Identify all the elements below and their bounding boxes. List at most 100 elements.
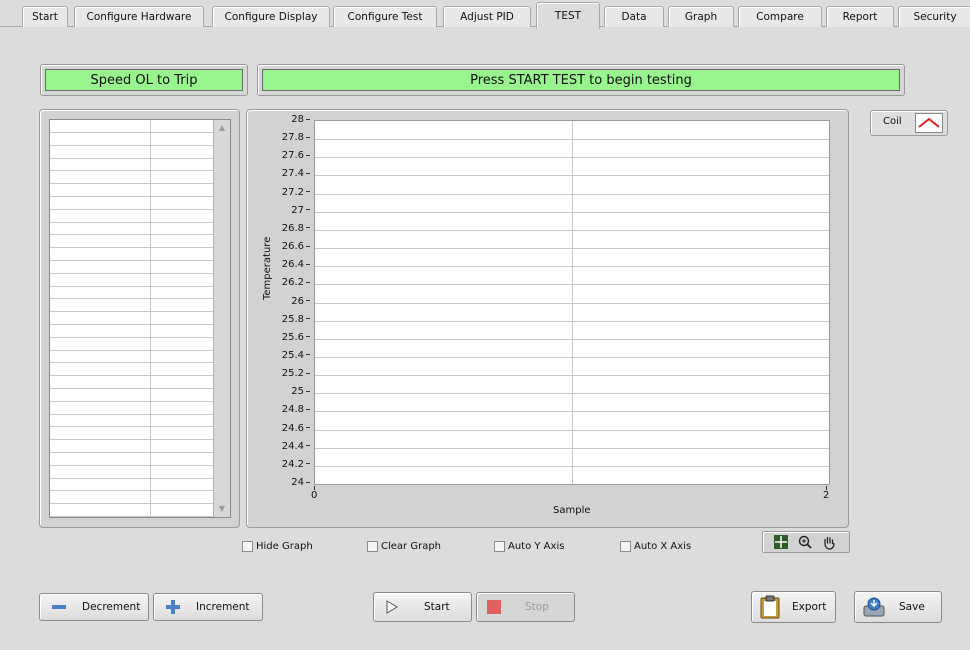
clear-graph-checkbox[interactable]: Clear Graph bbox=[367, 541, 441, 552]
increment-button[interactable]: Increment bbox=[153, 593, 263, 621]
table-row[interactable] bbox=[50, 133, 213, 146]
auto-y-axis-checkbox[interactable]: Auto Y Axis bbox=[494, 541, 564, 552]
hide-graph-checkbox[interactable]: Hide Graph bbox=[242, 541, 313, 552]
y-grid-line bbox=[315, 411, 829, 413]
table-row[interactable] bbox=[50, 286, 213, 300]
table-row[interactable] bbox=[50, 325, 213, 338]
tab-configure-hardware[interactable]: Configure Hardware bbox=[74, 6, 204, 27]
y-tick-text: 24.4 bbox=[281, 440, 304, 452]
table-row[interactable] bbox=[50, 184, 213, 197]
auto-x-axis-checkbox[interactable]: Auto X Axis bbox=[620, 541, 691, 552]
pan-hand-icon[interactable] bbox=[821, 534, 837, 553]
y-tick-label: 26.4 bbox=[272, 259, 310, 271]
y-tick-label: 24.2 bbox=[272, 459, 310, 471]
y-tick-mark bbox=[306, 209, 310, 211]
data-table[interactable]: ▲ ▼ bbox=[49, 119, 231, 518]
checkbox-box[interactable] bbox=[242, 541, 253, 552]
table-row[interactable] bbox=[50, 248, 213, 261]
table-row[interactable] bbox=[50, 427, 213, 441]
tab-start[interactable]: Start bbox=[22, 6, 68, 27]
table-row[interactable] bbox=[50, 158, 213, 172]
table-row[interactable] bbox=[50, 376, 213, 389]
tab-graph[interactable]: Graph bbox=[668, 6, 734, 27]
y-axis-label: Temperature bbox=[262, 236, 273, 300]
y-tick-text: 26.6 bbox=[281, 241, 304, 253]
checkbox-box[interactable] bbox=[620, 541, 631, 552]
table-row[interactable] bbox=[50, 171, 213, 185]
stop-label: Stop bbox=[525, 601, 549, 613]
table-row[interactable] bbox=[50, 235, 213, 249]
start-button[interactable]: Start bbox=[373, 592, 472, 622]
table-row[interactable] bbox=[50, 146, 213, 159]
tab-data[interactable]: Data bbox=[604, 6, 664, 27]
zoom-icon[interactable] bbox=[797, 534, 813, 553]
y-grid-line bbox=[315, 211, 829, 213]
message-display-frame: Press START TEST to begin testing bbox=[257, 64, 905, 96]
table-row[interactable] bbox=[50, 350, 213, 364]
table-row[interactable] bbox=[50, 478, 213, 492]
table-row[interactable] bbox=[50, 338, 213, 351]
tab-adjust-pid[interactable]: Adjust PID bbox=[443, 6, 531, 27]
checkbox-label: Auto Y Axis bbox=[508, 541, 565, 552]
table-row[interactable] bbox=[50, 120, 213, 133]
checkbox-box[interactable] bbox=[494, 541, 505, 552]
crosshair-icon[interactable] bbox=[773, 534, 789, 553]
y-tick-text: 25 bbox=[291, 386, 304, 398]
table-row[interactable] bbox=[50, 261, 213, 274]
table-row[interactable] bbox=[50, 210, 213, 223]
table-row[interactable] bbox=[50, 299, 213, 313]
y-tick-label: 26 bbox=[272, 296, 310, 308]
x-axis-label: Sample bbox=[553, 505, 591, 516]
table-row[interactable] bbox=[50, 491, 213, 505]
table-row[interactable] bbox=[50, 312, 213, 325]
y-grid-line bbox=[315, 229, 829, 231]
y-tick-label: 26.8 bbox=[272, 223, 310, 235]
checkbox-label: Clear Graph bbox=[381, 541, 442, 552]
stop-icon bbox=[487, 600, 501, 614]
stop-button[interactable]: Stop bbox=[476, 592, 575, 622]
table-row[interactable] bbox=[50, 453, 213, 466]
table-row[interactable] bbox=[50, 402, 213, 415]
tab-configure-display[interactable]: Configure Display bbox=[212, 6, 330, 27]
table-row[interactable] bbox=[50, 363, 213, 377]
y-tick-mark bbox=[306, 427, 310, 429]
table-scrollbar[interactable]: ▲ ▼ bbox=[213, 120, 230, 517]
y-tick-text: 27.2 bbox=[281, 186, 304, 198]
tab-configure-test[interactable]: Configure Test bbox=[333, 6, 437, 27]
scroll-up-icon[interactable]: ▲ bbox=[214, 120, 230, 136]
save-button[interactable]: Save bbox=[854, 591, 942, 623]
table-row[interactable] bbox=[50, 274, 213, 287]
tab-test[interactable]: TEST bbox=[536, 2, 600, 29]
checkbox-box[interactable] bbox=[367, 541, 378, 552]
y-tick-mark bbox=[306, 172, 310, 174]
x-tick-text: 2 bbox=[823, 490, 830, 501]
table-row[interactable] bbox=[50, 466, 213, 479]
data-table-panel: ▲ ▼ bbox=[39, 109, 240, 528]
export-button[interactable]: Export bbox=[751, 591, 836, 623]
table-row[interactable] bbox=[50, 414, 213, 428]
y-tick-label: 27 bbox=[272, 205, 310, 217]
table-row[interactable] bbox=[50, 440, 213, 453]
tab-label: Configure Test bbox=[347, 11, 423, 23]
y-tick-mark bbox=[306, 281, 310, 283]
y-grid-line bbox=[315, 175, 829, 177]
x-tick-label: 2 bbox=[823, 486, 829, 501]
y-tick-mark bbox=[306, 390, 310, 392]
tab-compare[interactable]: Compare bbox=[738, 6, 822, 27]
y-tick-mark bbox=[306, 318, 310, 320]
scroll-down-icon[interactable]: ▼ bbox=[214, 501, 230, 517]
plot-legend[interactable]: Coil bbox=[870, 110, 948, 136]
tab-security[interactable]: Security bbox=[898, 6, 970, 27]
checkbox-label: Hide Graph bbox=[256, 541, 313, 552]
y-grid-line bbox=[315, 338, 829, 340]
tab-label: Data bbox=[621, 11, 647, 23]
play-icon bbox=[386, 600, 398, 614]
tab-report[interactable]: Report bbox=[826, 6, 894, 27]
decrement-button[interactable]: Decrement bbox=[39, 593, 149, 621]
table-row[interactable] bbox=[50, 197, 213, 210]
table-row[interactable] bbox=[50, 222, 213, 236]
table-row[interactable] bbox=[50, 504, 213, 517]
x-tick-text: 0 bbox=[311, 490, 318, 501]
plot-area[interactable] bbox=[314, 120, 830, 485]
table-row[interactable] bbox=[50, 389, 213, 402]
